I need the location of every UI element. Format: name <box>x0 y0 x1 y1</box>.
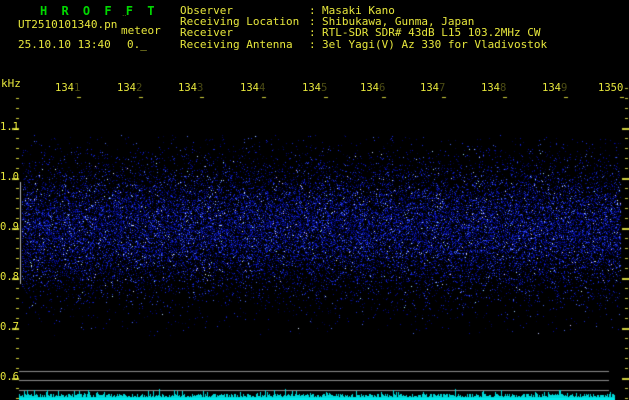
x-tick-label: 1347 <box>420 82 446 94</box>
y-tick-label: 0.6 <box>0 371 19 383</box>
x-tick-label: 1341 <box>55 82 81 94</box>
observation-type-label: meteor <box>121 24 161 37</box>
hrofft-screen: H R O F F T UT2510101340.pn ¨ meteor 25.… <box>0 0 629 400</box>
x-tick-label: 1349 <box>542 82 568 94</box>
y-axis-unit-label: kHz <box>1 77 21 90</box>
app-title: H R O F F T <box>40 4 158 18</box>
y-tick-label: 0.9 <box>0 221 19 233</box>
y-tick-label: 1.0 <box>0 171 19 183</box>
x-tick-label: 1343 <box>178 82 204 94</box>
x-tick-label: 1344 <box>240 82 266 94</box>
capture-filename: UT2510101340.pn <box>18 18 118 31</box>
echo-counter: 0._ <box>127 38 147 51</box>
info-label: Receiver <box>180 26 233 39</box>
spectrogram-canvas <box>0 0 629 400</box>
x-tick-label: 1350 <box>598 82 624 94</box>
info-row-receiver: Receiver: RTL-SDR SDR# 43dB L15 103.2MHz … <box>180 27 541 38</box>
y-tick-label: 0.7 <box>0 321 19 333</box>
info-row-antenna: Receiving Antenna:3el Yagi(V) Az 330 for… <box>180 39 547 50</box>
info-value: 3el Yagi(V) Az 330 for Vladivostok <box>322 38 548 51</box>
x-tick-label: 1342 <box>117 82 143 94</box>
info-colon: : <box>309 38 316 51</box>
info-colon: : <box>309 26 316 39</box>
y-tick-label: 1.1 <box>0 121 19 133</box>
x-tick-label: 1345 <box>302 82 328 94</box>
info-label: Receiving Antenna <box>180 38 293 51</box>
x-tick-label: 1348 <box>481 82 507 94</box>
y-tick-label: 0.8 <box>0 271 19 283</box>
info-value: RTL-SDR SDR# 43dB L15 103.2MHz CW <box>322 26 541 39</box>
timestamp: 25.10.10 13:40 <box>18 38 111 51</box>
x-tick-label: 1346 <box>360 82 386 94</box>
